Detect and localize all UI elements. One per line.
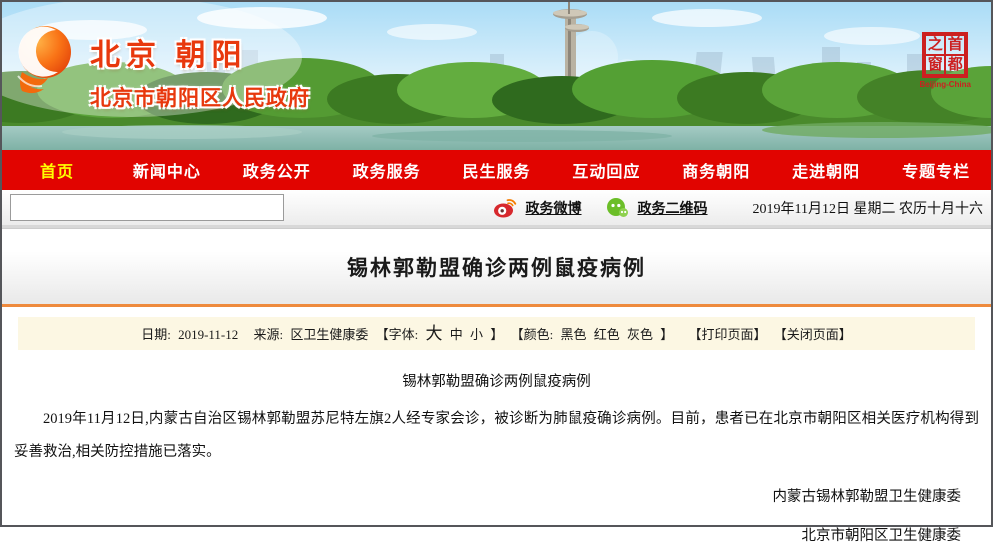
font-size-small-button[interactable]: 小 (470, 327, 483, 342)
font-size-large-button[interactable]: 大 (426, 324, 443, 343)
gov-qrcode-link[interactable]: 政务二维码 (638, 198, 708, 218)
page: { "banner": { "logo_title": "北京 朝阳", "lo… (0, 0, 993, 544)
search-input[interactable] (10, 194, 284, 221)
color-gray-button[interactable]: 灰色 (627, 327, 653, 342)
meta-date-value: 2019-11-12 (178, 327, 239, 342)
meta-color-label: 【颜色: (510, 327, 554, 342)
article-meta-bar: 日期: 2019-11-12 来源: 区卫生健康委 【字体: 大 中 小 】 【… (18, 317, 975, 350)
page-title: 锡林郭勒盟确诊两例鼠疫病例 (347, 255, 646, 280)
color-red-button[interactable]: 红色 (594, 327, 620, 342)
meta-font-label: 【字体: (375, 327, 419, 342)
seal-grid: 之 首 窗 都 (922, 32, 969, 78)
nav-item-home[interactable]: 首页 (2, 158, 112, 182)
signature-line: 北京市朝阳区卫生健康委 (801, 528, 962, 545)
nav-item-business[interactable]: 商务朝阳 (661, 158, 771, 182)
nav-item-about-chaoyang[interactable]: 走进朝阳 (771, 158, 881, 182)
nav-item-special-columns[interactable]: 专题专栏 (881, 158, 991, 182)
nav-item-gov-disclosure[interactable]: 政务公开 (222, 158, 332, 182)
seal-char: 首 (945, 35, 966, 55)
seal-char: 窗 (925, 55, 946, 75)
sub-header-bar: 政务微博 政务二维码 2019年11月12日 星期二 农历十月十六 (2, 190, 991, 228)
article-signatures: 内蒙古锡林郭勒盟卫生健康委 北京市朝阳区卫生健康委 (14, 478, 979, 556)
seal-char: 之 (925, 35, 946, 55)
header-banner: 北京 朝阳 北京市朝阳区人民政府 之 首 窗 都 Beijing-China (2, 2, 991, 150)
meta-color-bracket-close: 】 (660, 327, 674, 342)
font-size-medium-button[interactable]: 中 (450, 327, 463, 342)
site-logo[interactable]: 北京 朝阳 北京市朝阳区人民政府 (12, 24, 310, 112)
wechat-qrcode-icon[interactable] (605, 197, 629, 219)
logo-title: 北京 朝阳 (90, 39, 248, 72)
nav-item-gov-services[interactable]: 政务服务 (332, 158, 442, 182)
article-paragraph: 2019年11月12日,内蒙古自治区锡林郭勒盟苏尼特左旗2人经专家会诊，被诊断为… (14, 411, 979, 460)
main-nav: 首页 新闻中心 政务公开 政务服务 民生服务 互动回应 商务朝阳 走进朝阳 专题… (2, 150, 991, 190)
nav-item-interaction[interactable]: 互动回应 (551, 158, 661, 182)
color-black-button[interactable]: 黑色 (560, 327, 586, 342)
meta-font-bracket-close: 】 (490, 327, 504, 342)
meta-source-label: 来源: (253, 327, 284, 342)
nav-item-news[interactable]: 新闻中心 (112, 158, 222, 182)
signature-line: 内蒙古锡林郭勒盟卫生健康委 (772, 489, 962, 506)
print-page-button[interactable]: 【打印页面】 (689, 327, 767, 342)
chaoyang-logo-icon (17, 26, 71, 94)
toolbar-right: 政务微博 政务二维码 2019年11月12日 星期二 农历十月十六 (493, 197, 983, 219)
weibo-icon[interactable] (493, 197, 517, 219)
gov-weibo-link[interactable]: 政务微博 (526, 198, 582, 218)
article-body: 锡林郭勒盟确诊两例鼠疫病例 2019年11月12日,内蒙古自治区锡林郭勒盟苏尼特… (2, 350, 991, 557)
seal-char: 都 (945, 55, 966, 75)
meta-date-label: 日期: (141, 327, 171, 342)
logo-text: 北京 朝阳 北京市朝阳区人民政府 (90, 24, 310, 112)
article-inner-title: 锡林郭勒盟确诊两例鼠疫病例 (402, 374, 591, 390)
orange-divider (2, 304, 991, 307)
nav-item-public-services[interactable]: 民生服务 (442, 158, 552, 182)
capital-window-seal[interactable]: 之 首 窗 都 Beijing-China (919, 32, 971, 89)
close-page-button[interactable]: 【关闭页面】 (774, 327, 852, 342)
seal-caption: Beijing-China (919, 80, 971, 89)
logo-subtitle: 北京市朝阳区人民政府 (90, 86, 310, 110)
meta-source-value: 区卫生健康委 (290, 327, 369, 342)
current-date: 2019年11月12日 星期二 农历十月十六 (752, 201, 983, 217)
article-title-section: 锡林郭勒盟确诊两例鼠疫病例 (2, 228, 991, 304)
